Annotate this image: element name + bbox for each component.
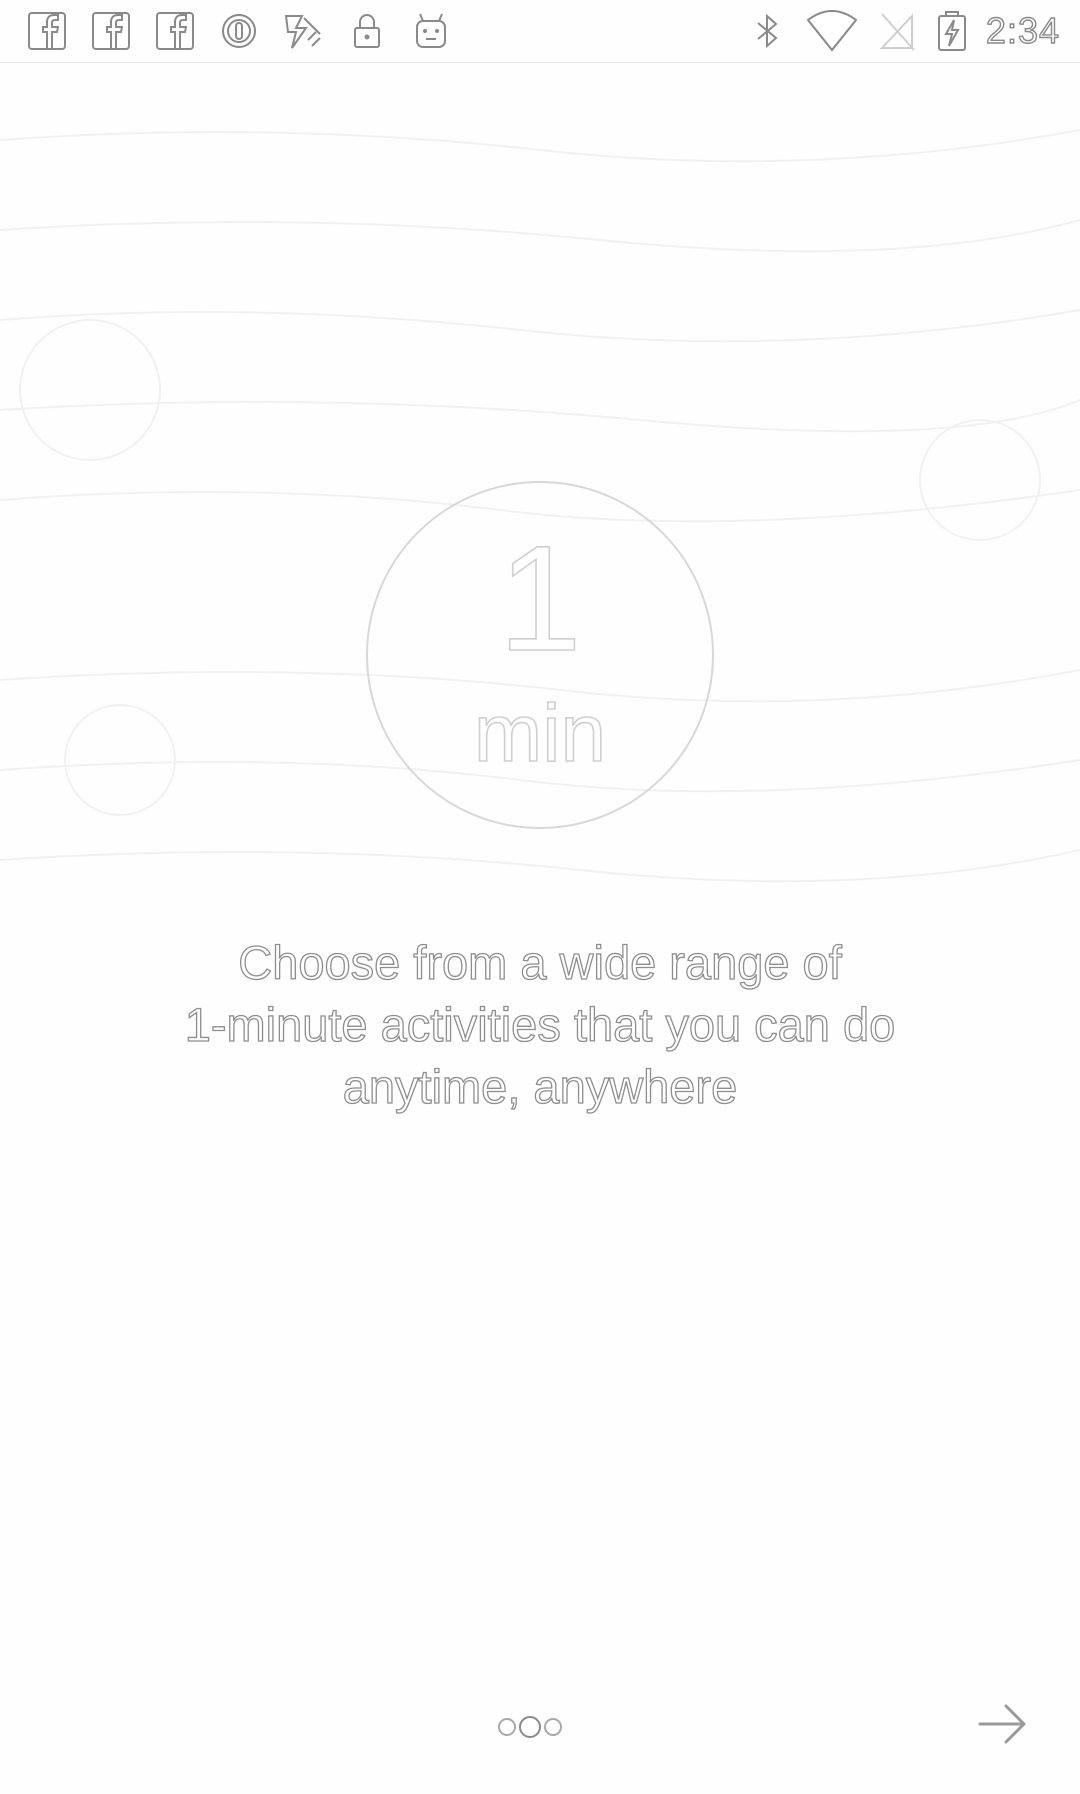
at-sign-icon [218, 10, 260, 52]
system-icons: 2:34 [746, 8, 1060, 54]
wifi-icon [806, 10, 858, 52]
page-dot-2[interactable] [519, 1716, 541, 1738]
onboarding-screen: 2:34 1 min Choose from a wide range of 1… [0, 0, 1080, 1794]
description-line: anytime, anywhere [342, 1059, 738, 1113]
android-icon [410, 10, 452, 52]
duration-unit: min [473, 688, 607, 779]
clock: 2:34 [985, 9, 1060, 51]
battery-charging-icon [936, 10, 968, 52]
description-line: 1-minute activities that you can do [184, 997, 896, 1051]
no-sim-icon [876, 10, 918, 52]
facebook-icon [26, 10, 68, 52]
duration-badge: 1 min [366, 481, 714, 829]
next-button[interactable] [974, 1694, 1034, 1754]
onboarding-description: Choose from a wide range of 1-minute act… [90, 932, 990, 1118]
page-indicator [498, 1716, 562, 1738]
lock-icon [346, 10, 388, 52]
notification-icons [26, 8, 452, 54]
duration-number: 1 [497, 514, 582, 682]
bluetooth-icon [746, 10, 788, 52]
page-dot-3[interactable] [544, 1718, 562, 1736]
status-bar: 2:34 [0, 0, 1080, 63]
description-line: Choose from a wide range of [238, 935, 843, 989]
arrow-right-icon [978, 1704, 1026, 1744]
fast-charge-icon [282, 10, 324, 52]
page-dot-1[interactable] [498, 1718, 516, 1736]
facebook-icon [90, 10, 132, 52]
facebook-icon [154, 10, 196, 52]
